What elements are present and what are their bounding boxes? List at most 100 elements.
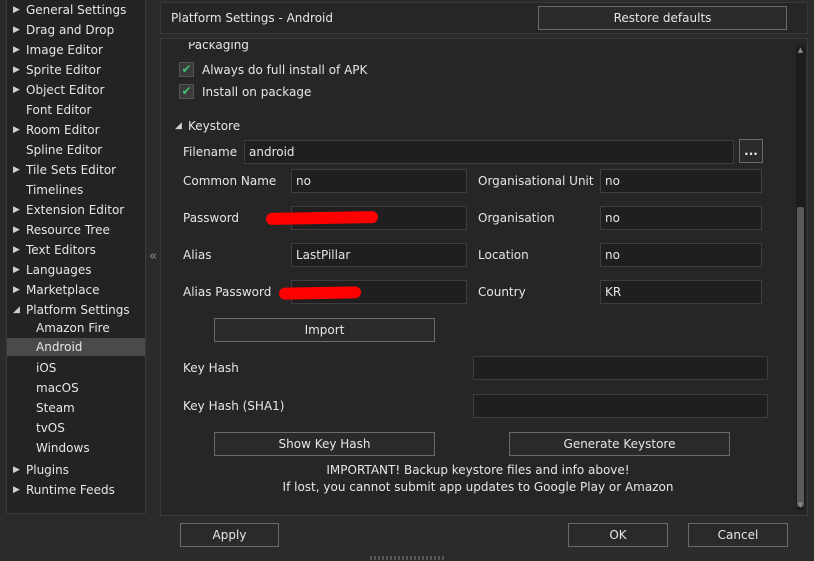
sidebar-item-spline-editor[interactable]: Spline Editor	[7, 140, 145, 160]
settings-header: Platform Settings - Android Restore defa…	[160, 2, 808, 34]
resize-grip[interactable]	[370, 556, 444, 560]
redaction-mark	[278, 286, 362, 300]
chevron-right-icon[interactable]: ▶	[13, 20, 21, 40]
sidebar-item-label: Amazon Fire	[36, 321, 110, 335]
chevron-right-icon[interactable]: ▶	[13, 160, 21, 180]
location-field[interactable]: no	[600, 243, 762, 267]
sidebar-item-tvos[interactable]: tvOS	[7, 418, 145, 438]
chevron-right-icon[interactable]: ▶	[13, 220, 21, 240]
sidebar-item-text-editors[interactable]: ▶ Text Editors	[7, 240, 145, 260]
packaging-group-title: Packaging	[188, 38, 249, 52]
sidebar-item-label: Spline Editor	[26, 143, 103, 157]
sidebar-item-sprite-editor[interactable]: ▶ Sprite Editor	[7, 60, 145, 80]
sidebar-item-android[interactable]: Android	[7, 338, 145, 356]
browse-button[interactable]: ...	[739, 139, 763, 163]
sidebar-item-extension-editor[interactable]: ▶ Extension Editor	[7, 200, 145, 220]
sidebar-item-label: Timelines	[26, 183, 84, 197]
sidebar-item-platform-settings[interactable]: ◢ Platform Settings	[7, 300, 145, 320]
sidebar-item-label: macOS	[36, 381, 79, 395]
chevron-right-icon[interactable]: ▶	[13, 60, 21, 80]
alias-field[interactable]: LastPillar	[291, 243, 467, 267]
key-hash-sha1-label: Key Hash (SHA1)	[183, 399, 285, 413]
sidebar-item-label: tvOS	[36, 421, 65, 435]
sidebar-item-label: Steam	[36, 401, 75, 415]
sidebar-item-label: General Settings	[26, 3, 127, 17]
sidebar-item-label: Object Editor	[26, 83, 105, 97]
chevron-right-icon[interactable]: ▶	[13, 480, 21, 500]
sidebar-item-macos[interactable]: macOS	[7, 378, 145, 398]
chevron-down-icon[interactable]: ◢	[13, 300, 21, 320]
key-hash-field[interactable]	[473, 356, 768, 380]
sidebar-item-amazon-fire[interactable]: Amazon Fire	[7, 318, 145, 338]
sidebar-item-image-editor[interactable]: ▶ Image Editor	[7, 40, 145, 60]
location-label: Location	[478, 248, 529, 262]
sidebar-item-label: Extension Editor	[26, 203, 125, 217]
settings-content: Packaging ✔ Always do full install of AP…	[160, 38, 808, 516]
key-hash-label: Key Hash	[183, 361, 239, 375]
sidebar-item-steam[interactable]: Steam	[7, 398, 145, 418]
restore-defaults-button[interactable]: Restore defaults	[538, 6, 787, 30]
ok-button[interactable]: OK	[568, 523, 668, 547]
chevron-right-icon[interactable]: ▶	[13, 260, 21, 280]
sidebar-item-label: Resource Tree	[26, 223, 110, 237]
chevron-right-icon[interactable]: ▶	[13, 0, 21, 20]
key-hash-sha1-field[interactable]	[473, 394, 768, 418]
always-full-install-checkbox-row[interactable]: ✔ Always do full install of APK	[179, 61, 429, 79]
sidebar-item-label: Sprite Editor	[26, 63, 101, 77]
cancel-button[interactable]: Cancel	[688, 523, 788, 547]
scroll-down-icon[interactable]: ▼	[796, 500, 805, 510]
filename-field[interactable]: android	[244, 140, 734, 164]
sidebar-item-languages[interactable]: ▶ Languages	[7, 260, 145, 280]
sidebar-item-timelines[interactable]: Timelines	[7, 180, 145, 200]
alias-password-label: Alias Password	[183, 285, 272, 299]
page-title: Platform Settings - Android	[171, 11, 333, 25]
organisation-label: Organisation	[478, 211, 555, 225]
country-field[interactable]: KR	[600, 280, 762, 304]
scroll-up-icon[interactable]: ▲	[796, 45, 805, 55]
sidebar-item-drag-and-drop[interactable]: ▶ Drag and Drop	[7, 20, 145, 40]
collapse-sidebar-icon[interactable]: «	[147, 250, 159, 264]
org-unit-field[interactable]: no	[600, 169, 762, 193]
sidebar-item-resource-tree[interactable]: ▶ Resource Tree	[7, 220, 145, 240]
sidebar-item-label: Platform Settings	[26, 303, 130, 317]
section-title: Keystore	[188, 119, 241, 133]
sidebar-item-marketplace[interactable]: ▶ Marketplace	[7, 280, 145, 300]
sidebar-item-label: iOS	[36, 361, 57, 375]
chevron-right-icon[interactable]: ▶	[13, 240, 21, 260]
chevron-right-icon[interactable]: ▶	[13, 40, 21, 60]
install-on-package-checkbox-row[interactable]: ✔ Install on package	[179, 83, 429, 101]
sidebar-item-runtime-feeds[interactable]: ▶ Runtime Feeds	[7, 480, 145, 500]
sidebar-item-plugins[interactable]: ▶ Plugins	[7, 460, 145, 480]
sidebar-item-general-settings[interactable]: ▶ General Settings	[7, 0, 145, 20]
chevron-right-icon[interactable]: ▶	[13, 120, 21, 140]
checkmark-icon[interactable]: ✔	[179, 62, 194, 77]
scrollbar-thumb[interactable]	[797, 207, 804, 507]
generate-keystore-button[interactable]: Generate Keystore	[509, 432, 730, 456]
checkmark-icon[interactable]: ✔	[179, 84, 194, 99]
common-name-label: Common Name	[183, 174, 277, 188]
org-unit-label: Organisational Unit	[478, 174, 594, 188]
sidebar-item-label: Android	[36, 340, 83, 354]
organisation-field[interactable]: no	[600, 206, 762, 230]
sidebar-item-room-editor[interactable]: ▶ Room Editor	[7, 120, 145, 140]
vertical-scrollbar[interactable]: ▲ ▼	[796, 45, 805, 510]
sidebar-item-object-editor[interactable]: ▶ Object Editor	[7, 80, 145, 100]
sidebar-item-tile-sets-editor[interactable]: ▶ Tile Sets Editor	[7, 160, 145, 180]
sidebar-item-windows[interactable]: Windows	[7, 438, 145, 458]
chevron-down-icon[interactable]: ◢	[175, 118, 182, 134]
sidebar-item-label: Runtime Feeds	[26, 483, 115, 497]
common-name-field[interactable]: no	[291, 169, 467, 193]
chevron-right-icon[interactable]: ▶	[13, 280, 21, 300]
redaction-mark	[265, 211, 379, 225]
sidebar-item-font-editor[interactable]: Font Editor	[7, 100, 145, 120]
apply-button[interactable]: Apply	[180, 523, 279, 547]
show-key-hash-button[interactable]: Show Key Hash	[214, 432, 435, 456]
sidebar-item-ios[interactable]: iOS	[7, 358, 145, 378]
chevron-right-icon[interactable]: ▶	[13, 460, 21, 480]
chevron-right-icon[interactable]: ▶	[13, 200, 21, 220]
sidebar-item-label: Text Editors	[26, 243, 96, 257]
keystore-section-header[interactable]: ◢ Keystore	[175, 118, 295, 134]
chevron-right-icon[interactable]: ▶	[13, 80, 21, 100]
important-note-line1: IMPORTANT! Backup keystore files and inf…	[326, 463, 630, 477]
import-button[interactable]: Import	[214, 318, 435, 342]
